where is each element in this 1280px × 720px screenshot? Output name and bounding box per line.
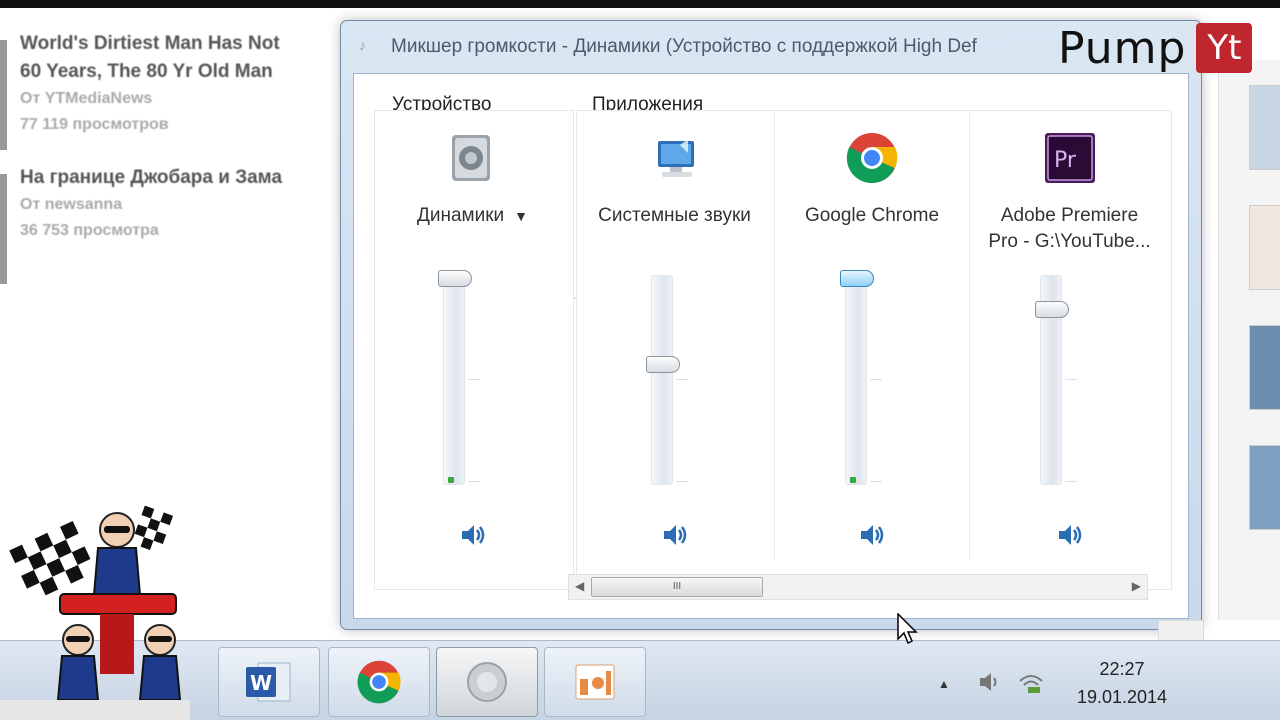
feed-title[interactable]: World's Dirtiest Man Has Not 60 Years, T… — [20, 30, 345, 86]
mixer-title-icon: ♪ — [359, 37, 366, 53]
apps-panel: Системные звуки Google Chrome Pr Adobe P… — [576, 110, 1172, 590]
video-thumbnail[interactable] — [1249, 445, 1280, 530]
taskbar-word-button[interactable]: W — [218, 647, 320, 717]
feed-channel: От YTMediaNews — [20, 90, 153, 107]
speaker-device-icon — [451, 135, 490, 181]
scrollbar-thumb[interactable]: III — [591, 577, 763, 597]
app-channel: Pr Adobe Premiere Pro - G:\YouTube... — [969, 111, 1169, 559]
svg-text:Pr: Pr — [1054, 148, 1077, 173]
app-name: Google Chrome — [804, 205, 940, 226]
window-title: Микшер громкости - Динамики (Устройство … — [391, 36, 977, 57]
slider-tick — [870, 481, 882, 482]
app-volume-slider[interactable] — [1035, 275, 1077, 485]
device-selector[interactable]: Динамики ▼ — [375, 203, 570, 229]
video-thumbnail[interactable] — [1249, 85, 1280, 170]
app-name: Adobe Premiere Pro - G:\YouTube... — [988, 205, 1151, 252]
mixer-content: Устройство Приложения Динамики ▼ Системн… — [353, 73, 1189, 619]
feed-thumbnail-edge — [0, 174, 7, 284]
app-channel: Системные звуки — [577, 111, 772, 559]
feed-item[interactable]: На границе Джобара и Зама От newsanna 36… — [0, 164, 345, 284]
taskbar-chrome-button[interactable] — [328, 647, 430, 717]
mute-speaker-icon[interactable] — [857, 521, 887, 549]
word-icon: W — [246, 662, 291, 702]
feed-item[interactable]: World's Dirtiest Man Has Not 60 Years, T… — [0, 30, 345, 150]
app-volume-slider[interactable] — [646, 275, 688, 485]
device-volume-slider[interactable] — [438, 270, 480, 485]
level-indicator — [448, 477, 454, 483]
feed-views: 77 119 просмотров — [20, 116, 169, 133]
show-hidden-icons-icon[interactable]: ▲ — [938, 677, 950, 691]
mouse-cursor-icon — [897, 613, 918, 645]
slider-tick — [676, 481, 688, 482]
slider-tick — [1065, 379, 1077, 380]
slider-tick — [468, 379, 480, 380]
presentation-icon — [575, 664, 615, 700]
system-clock[interactable]: 22:27 19.01.2014 — [1062, 655, 1182, 711]
slider-thumb[interactable] — [1035, 301, 1069, 318]
volume-mixer-window: ♪ Микшер громкости - Динамики (Устройств… — [340, 20, 1202, 630]
level-indicator — [850, 477, 856, 483]
screen: World's Dirtiest Man Has Not 60 Years, T… — [0, 0, 1280, 720]
top-border — [0, 0, 1280, 8]
taskbar-mixer-button[interactable] — [436, 647, 538, 717]
slider-tick — [870, 379, 882, 380]
horizontal-scrollbar[interactable]: ◀ III ▶ — [568, 574, 1148, 600]
tray-network-icon[interactable] — [1016, 669, 1046, 695]
premiere-icon: Pr — [1044, 133, 1095, 183]
app-volume-slider[interactable] — [840, 270, 882, 485]
slider-tick — [468, 481, 480, 482]
right-sidebar — [1218, 60, 1280, 620]
feed-channel: От newsanna — [20, 196, 123, 213]
channel-watermark: Pump Yt — [1058, 22, 1253, 74]
device-channel: Динамики ▼ — [375, 111, 570, 559]
watermark-pump: Pump — [1058, 22, 1187, 74]
background-feed: World's Dirtiest Man Has Not 60 Years, T… — [0, 30, 345, 284]
slider-thumb[interactable] — [646, 356, 680, 373]
svg-text:W: W — [250, 671, 272, 695]
channel-mascot-logo — [0, 505, 190, 720]
feed-thumbnail-edge — [0, 40, 7, 150]
window-resize-corner — [1158, 620, 1204, 642]
feed-title[interactable]: На границе Джобара и Зама — [20, 164, 345, 192]
video-thumbnail[interactable] — [1249, 205, 1280, 290]
scroll-left-icon[interactable]: ◀ — [575, 579, 584, 593]
mute-speaker-icon[interactable] — [1055, 521, 1085, 549]
clock-date: 19.01.2014 — [1076, 687, 1168, 707]
mute-speaker-icon[interactable] — [458, 521, 488, 549]
tray-volume-icon[interactable] — [976, 669, 1004, 695]
scroll-right-icon[interactable]: ▶ — [1132, 579, 1141, 593]
chrome-icon — [357, 660, 401, 704]
app-name: Системные звуки — [598, 205, 751, 226]
video-thumbnail[interactable] — [1249, 325, 1280, 410]
mute-speaker-icon[interactable] — [660, 521, 690, 549]
volume-mixer-icon — [467, 662, 507, 702]
system-sounds-icon — [657, 139, 694, 177]
watermark-yt: Yt — [1196, 23, 1253, 73]
taskbar: W ▲ 22:27 19.01.2014 — [0, 640, 1280, 720]
feed-views: 36 753 просмотра — [20, 222, 159, 239]
app-channel: Google Chrome — [774, 111, 969, 559]
chrome-icon — [846, 133, 898, 183]
slider-tick — [676, 379, 688, 380]
slider-tick — [1065, 481, 1077, 482]
clock-time: 22:27 — [1099, 659, 1145, 679]
device-panel: Динамики ▼ — [374, 110, 574, 590]
chevron-down-icon[interactable]: ▼ — [514, 203, 528, 229]
device-name: Динамики — [416, 205, 505, 227]
taskbar-presentation-button[interactable] — [544, 647, 646, 717]
slider-thumb[interactable] — [438, 270, 472, 287]
slider-thumb[interactable] — [840, 270, 874, 287]
